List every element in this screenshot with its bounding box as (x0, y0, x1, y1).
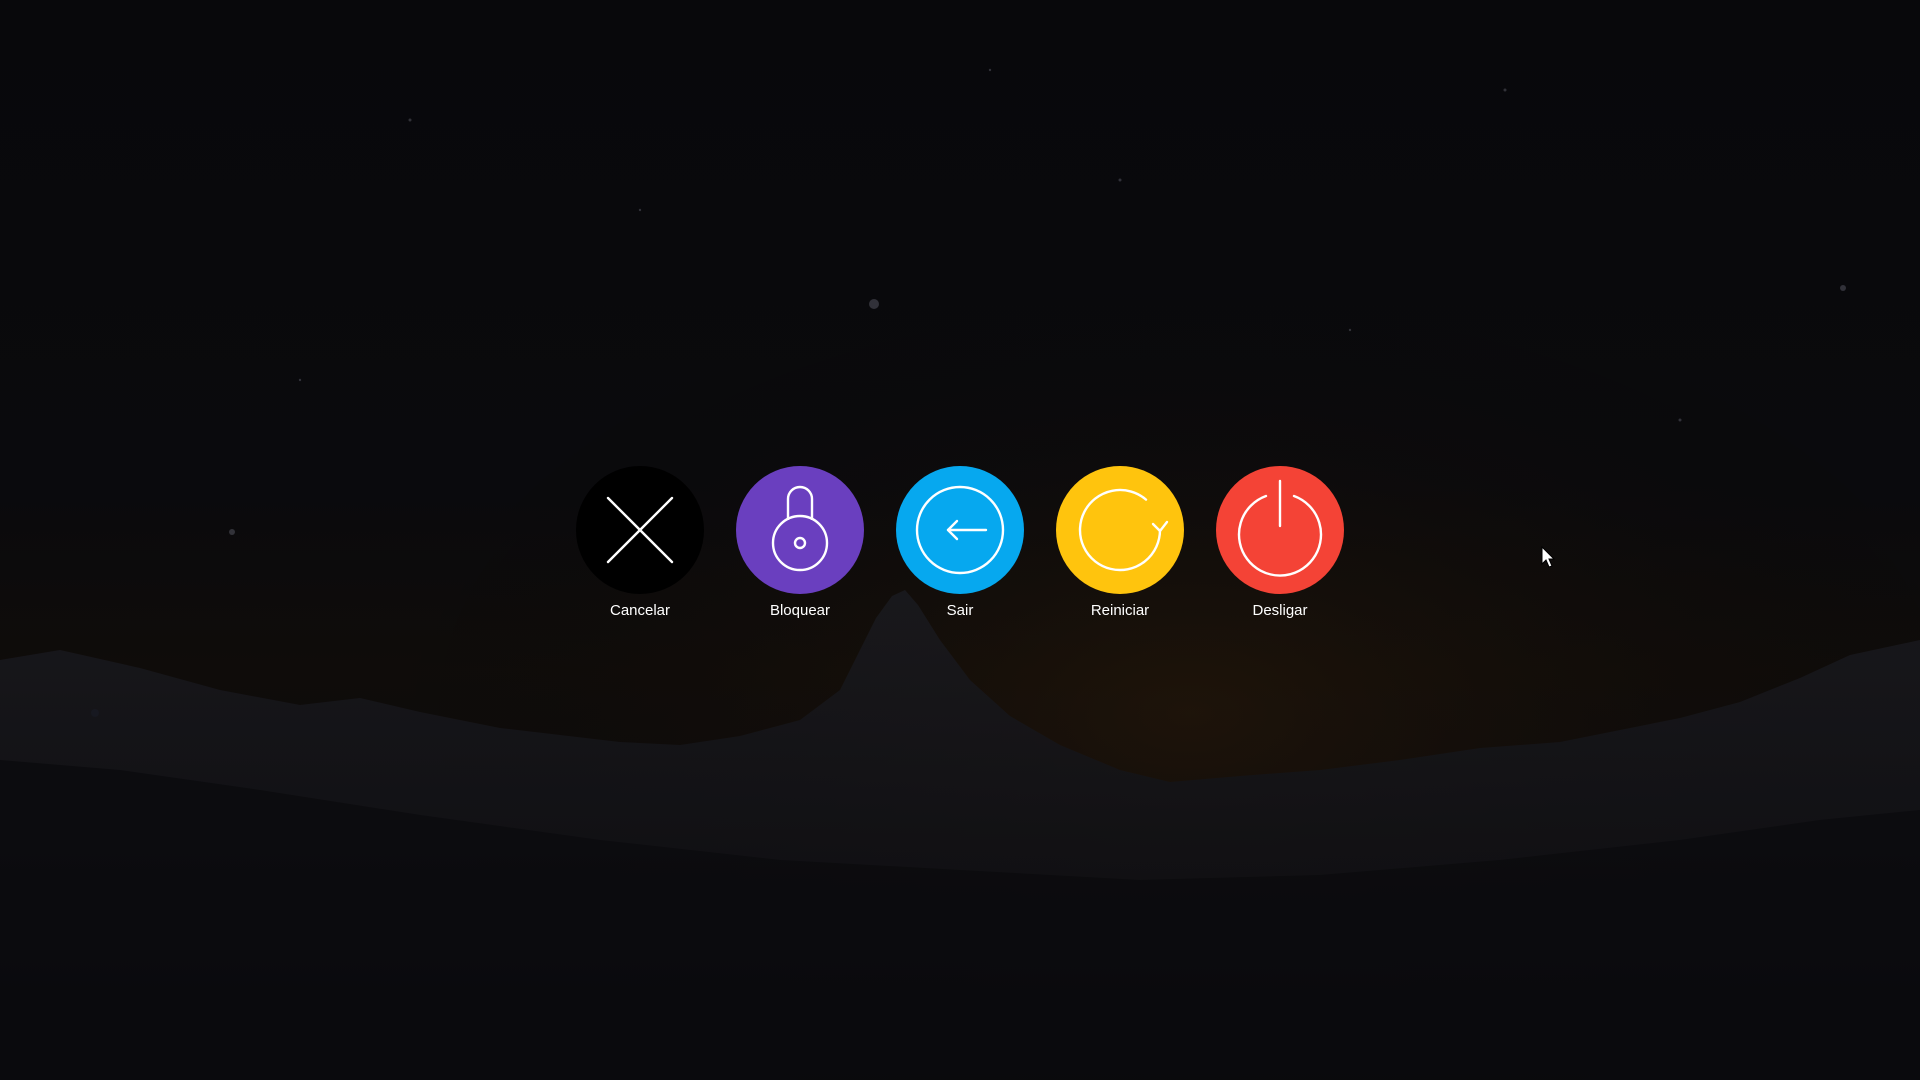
shutdown-button[interactable]: Desligar (1216, 466, 1344, 626)
restart-label: Reiniciar (1090, 602, 1150, 619)
lock-circle (736, 466, 864, 594)
power-icon (1237, 479, 1323, 577)
restart-icon (1078, 488, 1169, 572)
mouse-pointer-icon (1541, 546, 1556, 568)
logout-arrow-icon (915, 485, 1005, 575)
cancel-circle (576, 466, 704, 594)
restart-button[interactable]: Reiniciar (1056, 466, 1184, 626)
power-options: Cancelar Bloquear Sair Reiniciar Desliga… (576, 466, 1344, 626)
logout-circle (896, 466, 1024, 594)
shutdown-label: Desligar (1252, 602, 1308, 619)
restart-circle (1056, 466, 1184, 594)
close-icon (606, 496, 674, 564)
cancel-label: Cancelar (609, 602, 671, 619)
cancel-button[interactable]: Cancelar (576, 466, 704, 626)
lock-label: Bloquear (769, 602, 831, 619)
lock-button[interactable]: Bloquear (736, 466, 864, 626)
logout-button[interactable]: Sair (896, 466, 1024, 626)
shutdown-circle (1216, 466, 1344, 594)
lock-icon (771, 485, 829, 572)
logout-label: Sair (946, 602, 974, 619)
power-menu-screen: Cancelar Bloquear Sair Reiniciar Desliga… (0, 0, 1920, 1080)
